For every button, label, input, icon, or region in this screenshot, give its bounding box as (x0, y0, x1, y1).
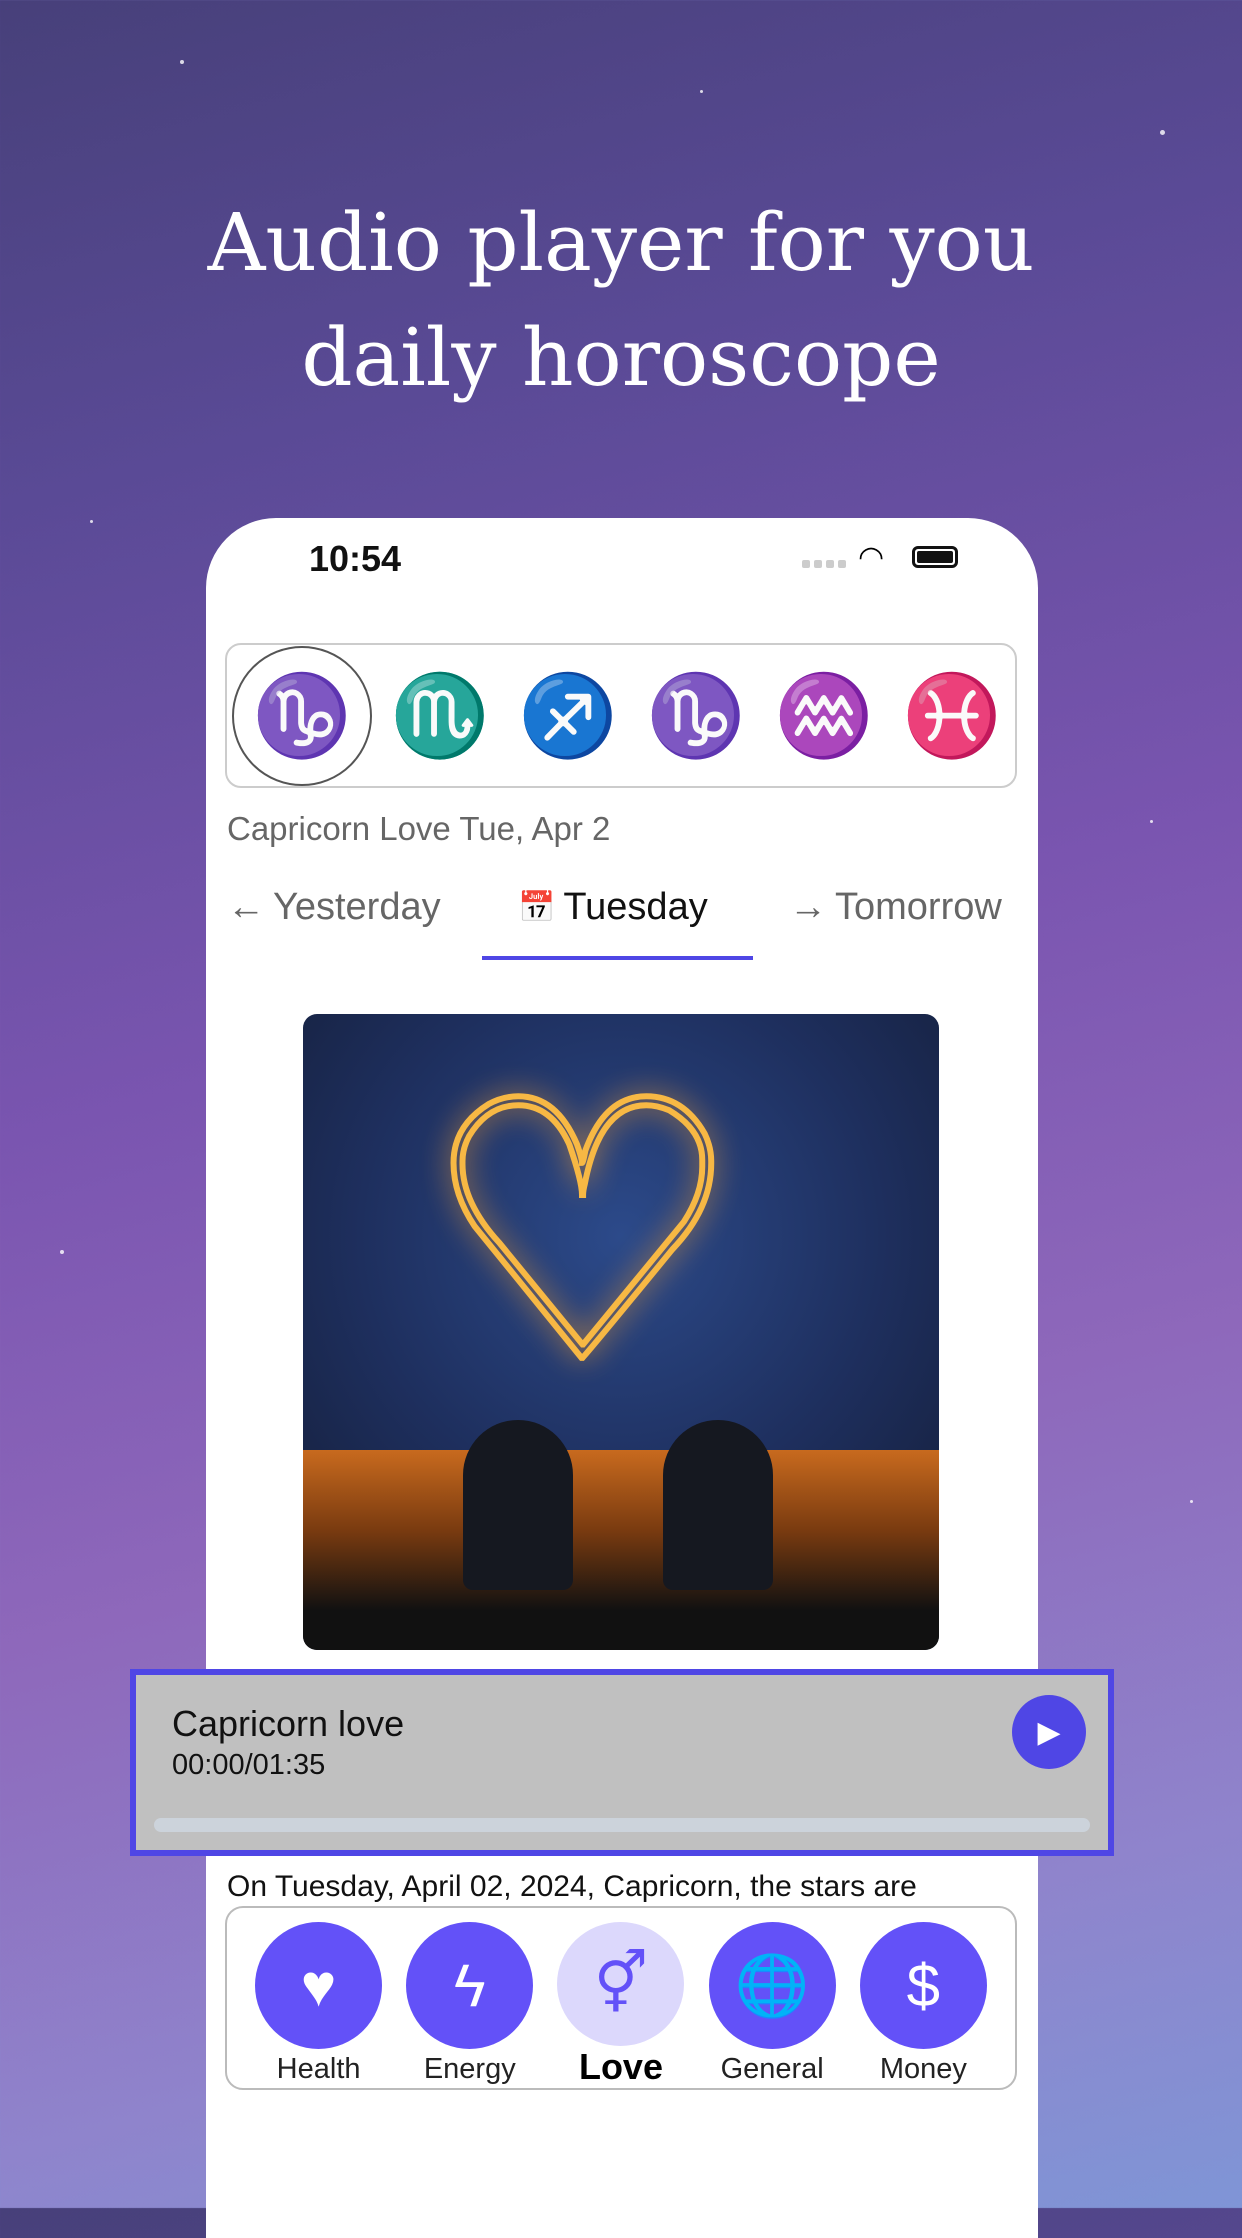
dollar-icon: $ (859, 1922, 987, 2049)
zodiac-capricorn-selected[interactable]: ♑ (232, 645, 372, 786)
tab-label: Tomorrow (835, 886, 1002, 928)
lightning-icon: ϟ (406, 1922, 534, 2049)
zodiac-scorpio[interactable]: ♏ (380, 656, 500, 776)
tab-label: Tuesday (563, 886, 708, 928)
tab-label: Yesterday (273, 886, 441, 928)
active-tab-indicator (482, 956, 753, 960)
category-general[interactable]: 🌐 General (708, 1922, 836, 2088)
tab-yesterday[interactable]: ← Yesterday (227, 886, 441, 929)
status-time: 10:54 (309, 538, 402, 579)
zodiac-capricorn[interactable]: ♑ (636, 656, 756, 776)
track-title: Capricorn love (172, 1703, 405, 1744)
arrow-right-icon: → (789, 886, 827, 928)
headline-line-2: daily horoscope (301, 311, 941, 404)
headline: Audio player for you daily horoscope (0, 185, 1242, 415)
signal-icon (802, 560, 846, 568)
love-illustration: ♡ (303, 1014, 939, 1650)
zodiac-sagittarius[interactable]: ♐ (508, 656, 628, 776)
category-money[interactable]: $ Money (859, 1922, 987, 2088)
play-icon: ▶ (1037, 1715, 1061, 1749)
track-time: 00:00/01:35 (172, 1749, 326, 1781)
category-love[interactable]: ⚥ Love (557, 1922, 685, 2088)
progress-bar[interactable] (154, 1818, 1090, 1832)
tab-tomorrow[interactable]: → Tomorrow (789, 886, 1002, 929)
wifi-icon: ◠ (858, 541, 885, 574)
zodiac-pisces[interactable]: ♓ (892, 656, 1012, 776)
category-label: Health (276, 2053, 361, 2085)
headline-line-1: Audio player for you (207, 196, 1035, 289)
category-label: General (720, 2053, 824, 2085)
horoscope-caption: Capricorn Love Tue, Apr 2 (227, 810, 611, 847)
arrow-left-icon: ← (227, 886, 265, 928)
zodiac-aquarius[interactable]: ♒ (764, 656, 884, 776)
category-label: Money (879, 2053, 967, 2085)
gender-icon: ⚥ (557, 1922, 685, 2046)
category-selector: ♥ Health ϟ Energy ⚥ Love 🌐 General $ Mon… (225, 1906, 1017, 2090)
tab-tuesday[interactable]: 📅 Tuesday (518, 886, 708, 929)
globe-icon: 🌐 (708, 1922, 836, 2049)
play-button[interactable]: ▶ (1012, 1695, 1086, 1769)
category-energy[interactable]: ϟ Energy (406, 1922, 534, 2088)
audio-player: Capricorn love 00:00/01:35 ▶ (130, 1669, 1114, 1856)
horoscope-text: On Tuesday, April 02, 2024, Capricorn, t… (227, 1870, 917, 1903)
heart-pulse-icon: ♥ (255, 1922, 383, 2049)
category-label: Love (578, 2046, 663, 2087)
category-label: Energy (423, 2053, 516, 2085)
category-health[interactable]: ♥ Health (255, 1922, 383, 2088)
calendar-icon: 📅 (518, 891, 556, 924)
battery-icon (912, 546, 958, 568)
phone-screen: 10:54 ◠ ♑ ♏ ♐ ♑ ♒ ♓ Capricorn Love Tue, … (206, 518, 1038, 2238)
zodiac-selector[interactable]: ♑ ♏ ♐ ♑ ♒ ♓ (225, 643, 1017, 788)
